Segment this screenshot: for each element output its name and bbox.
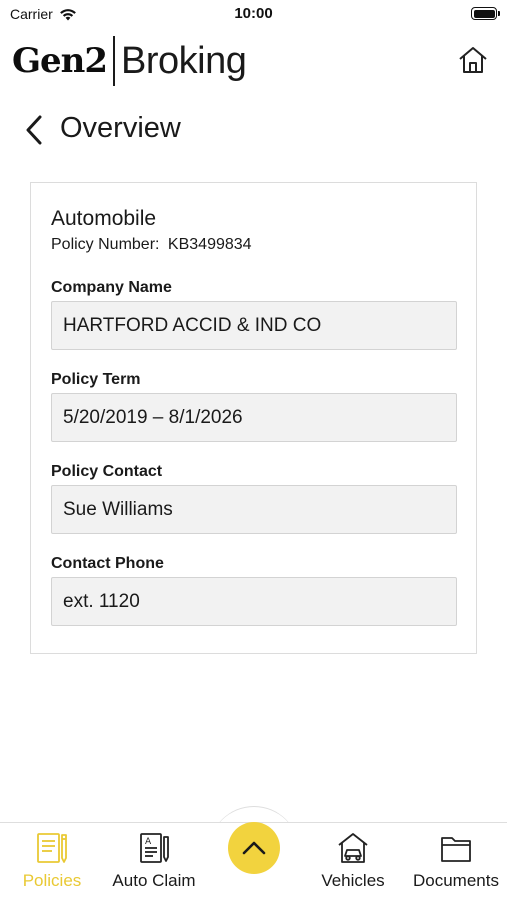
chevron-up-icon <box>242 841 266 855</box>
auto-claim-icon: A <box>140 833 169 863</box>
tab-vehicles[interactable]: Vehicles <box>306 823 400 900</box>
nav-row: Overview <box>0 108 507 152</box>
home-icon <box>459 47 487 73</box>
policy-number-label: Policy Number: <box>51 236 164 253</box>
page-title: Overview <box>60 112 181 144</box>
policy-number-row: Policy Number: KB3499834 <box>51 236 252 254</box>
status-bar: Carrier 10:00 <box>0 0 507 28</box>
tab-label: Documents <box>413 871 499 890</box>
tab-auto-claim[interactable]: A Auto Claim <box>104 823 204 900</box>
back-button[interactable] <box>22 112 48 148</box>
chevron-left-icon <box>26 115 42 145</box>
contact-phone-value[interactable]: ext. 1120 <box>51 577 457 626</box>
expand-menu-button[interactable] <box>228 822 280 874</box>
status-time: 10:00 <box>234 5 273 22</box>
policy-contact-field: Policy Contact Sue Williams <box>51 463 457 534</box>
app-header: Gen2 Broking <box>0 32 507 92</box>
logo-product: Broking <box>121 39 247 82</box>
tab-label: Policies <box>22 871 82 890</box>
contact-phone-field: Contact Phone ext. 1120 <box>51 555 457 626</box>
gen2-broking-logo[interactable]: Gen2 Broking <box>12 36 247 86</box>
field-label: Policy Term <box>51 371 141 388</box>
tab-documents[interactable]: Documents <box>406 823 506 900</box>
svg-text:A: A <box>145 837 152 847</box>
field-label: Policy Contact <box>51 463 163 480</box>
policy-card: Automobile Policy Number: KB3499834 Comp… <box>30 182 477 654</box>
tab-label: Auto Claim <box>112 871 196 890</box>
documents-icon <box>441 837 471 862</box>
home-button[interactable] <box>457 44 489 76</box>
policy-term-field: Policy Term 5/20/2019 – 8/1/2026 <box>51 371 457 442</box>
tab-label: Vehicles <box>321 871 385 890</box>
policies-icon <box>37 833 67 863</box>
company-name-field: Company Name HARTFORD ACCID & IND CO <box>51 279 457 350</box>
tab-policies[interactable]: Policies <box>12 823 92 900</box>
battery-icon <box>471 7 500 20</box>
company-name-value: HARTFORD ACCID & IND CO <box>51 301 457 350</box>
field-label: Contact Phone <box>51 555 164 572</box>
policy-contact-value: Sue Williams <box>51 485 457 534</box>
policy-term-value: 5/20/2019 – 8/1/2026 <box>51 393 457 442</box>
logo-divider <box>113 36 116 86</box>
policy-number: KB3499834 <box>167 236 252 253</box>
policy-type: Automobile <box>51 207 157 230</box>
logo-brand: Gen2 <box>12 41 108 81</box>
field-label: Company Name <box>51 279 172 296</box>
vehicles-icon <box>338 833 368 863</box>
